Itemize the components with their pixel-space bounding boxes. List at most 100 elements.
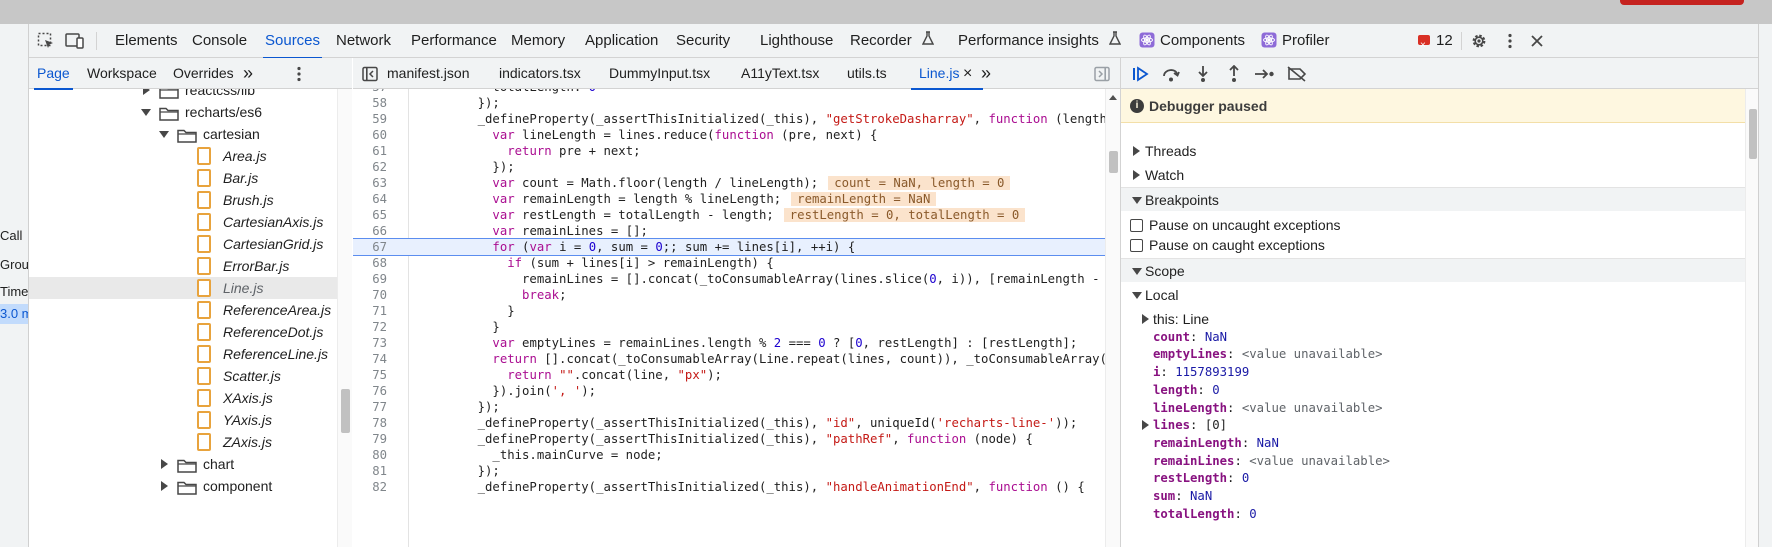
- line-number[interactable]: 71: [353, 303, 387, 319]
- nav-tab-page[interactable]: Page: [34, 58, 73, 90]
- toggle-debugger-icon[interactable]: [1090, 62, 1114, 86]
- editor-tab[interactable]: manifest.json: [387, 58, 469, 89]
- code-scrollbar[interactable]: [1105, 89, 1120, 547]
- scope-variable[interactable]: remainLines: <value unavailable>: [1121, 452, 1745, 470]
- scope-variable[interactable]: count: NaN: [1121, 328, 1745, 346]
- tree-file[interactable]: ReferenceDot.js: [29, 321, 337, 343]
- code-line[interactable]: 81 });: [353, 463, 1105, 479]
- line-number[interactable]: 59: [353, 111, 387, 127]
- gear-icon[interactable]: [1467, 29, 1491, 53]
- inspect-element-icon[interactable]: [34, 29, 58, 53]
- tree-file[interactable]: CartesianGrid.js: [29, 233, 337, 255]
- tree-file[interactable]: ReferenceLine.js: [29, 343, 337, 365]
- tree-file[interactable]: ZAxis.js: [29, 431, 337, 453]
- code-line[interactable]: 61 return pre + next;: [353, 143, 1105, 159]
- more-options-icon[interactable]: [1498, 29, 1522, 53]
- tab-performance[interactable]: Performance: [411, 24, 497, 58]
- tab-security[interactable]: Security: [676, 24, 730, 58]
- expand-arrow-icon[interactable]: [1141, 416, 1151, 434]
- code-line[interactable]: 72 }: [353, 319, 1105, 335]
- code-line[interactable]: 77 });: [353, 399, 1105, 415]
- tab-memory[interactable]: Memory: [511, 24, 565, 58]
- code-line[interactable]: 68 if (sum + lines[i] > remainLength) {: [353, 255, 1105, 271]
- more-editor-tabs-chevron-icon[interactable]: »: [981, 58, 991, 89]
- scope-variable[interactable]: remainLength: NaN: [1121, 434, 1745, 452]
- line-number[interactable]: 60: [353, 127, 387, 143]
- step-into-icon[interactable]: [1191, 62, 1215, 86]
- line-number[interactable]: 66: [353, 223, 387, 239]
- pause-caught-checkbox[interactable]: Pause on caught exceptions: [1121, 234, 1745, 256]
- scope-variable[interactable]: lineLength: <value unavailable>: [1121, 399, 1745, 417]
- tree-file[interactable]: Area.js: [29, 145, 337, 167]
- scope-variable[interactable]: lines: [0]: [1121, 416, 1745, 434]
- code-line[interactable]: 70 break;: [353, 287, 1105, 303]
- close-devtools-icon[interactable]: [1525, 29, 1549, 53]
- tab-profiler[interactable]: Profiler: [1261, 24, 1330, 58]
- editor-tab[interactable]: utils.ts: [847, 58, 887, 89]
- resume-icon[interactable]: [1129, 62, 1153, 86]
- code-line[interactable]: 65 var restLength = totalLength - length…: [353, 207, 1105, 223]
- collapse-arrow-icon[interactable]: [159, 123, 169, 145]
- line-number[interactable]: 62: [353, 159, 387, 175]
- line-number[interactable]: 76: [353, 383, 387, 399]
- line-number[interactable]: 70: [353, 287, 387, 303]
- local-scope-header[interactable]: Local: [1121, 283, 1745, 307]
- scope-variable[interactable]: this: Line: [1121, 310, 1745, 328]
- code-line[interactable]: 74 return [].concat(_toConsumableArray(L…: [353, 351, 1105, 367]
- expand-arrow-icon[interactable]: [1141, 310, 1151, 328]
- browser-red-button[interactable]: [1620, 0, 1744, 5]
- line-number[interactable]: 68: [353, 255, 387, 271]
- tree-file[interactable]: XAxis.js: [29, 387, 337, 409]
- editor-tab[interactable]: A11yText.tsx: [741, 58, 819, 89]
- debugger-scroll-thumb[interactable]: [1749, 109, 1757, 159]
- nav-tab-overrides[interactable]: Overrides: [173, 58, 234, 89]
- code-line[interactable]: 71 }: [353, 303, 1105, 319]
- scroll-up-arrow-icon[interactable]: [1109, 95, 1117, 100]
- navigator-menu-icon[interactable]: [287, 62, 311, 86]
- watch-section[interactable]: Watch: [1121, 163, 1745, 187]
- issues-counter[interactable]: 12: [1418, 24, 1453, 63]
- tree-file[interactable]: CartesianAxis.js: [29, 211, 337, 233]
- scope-variable[interactable]: i: 1157893199: [1121, 363, 1745, 381]
- code-scroll-thumb[interactable]: [1109, 151, 1118, 173]
- code-line-current[interactable]: 67 for (var i = 0, sum = 0;; sum += line…: [353, 238, 1105, 256]
- threads-section[interactable]: Threads: [1121, 139, 1745, 163]
- step-out-icon[interactable]: [1222, 62, 1246, 86]
- tab-network[interactable]: Network: [336, 24, 391, 58]
- tab-elements[interactable]: Elements: [115, 24, 178, 58]
- line-number[interactable]: 82: [353, 479, 387, 495]
- line-number[interactable]: 64: [353, 191, 387, 207]
- expand-arrow-icon[interactable]: [141, 89, 151, 101]
- tree-file[interactable]: YAxis.js: [29, 409, 337, 431]
- line-number[interactable]: 63: [353, 175, 387, 191]
- toggle-navigator-icon[interactable]: [358, 62, 382, 86]
- line-number[interactable]: 72: [353, 319, 387, 335]
- editor-tab[interactable]: DummyInput.tsx: [609, 58, 710, 89]
- line-number[interactable]: 58: [353, 95, 387, 111]
- line-number[interactable]: 78: [353, 415, 387, 431]
- line-number[interactable]: 73: [353, 335, 387, 351]
- scope-variable[interactable]: sum: NaN: [1121, 487, 1745, 505]
- step-icon[interactable]: [1253, 62, 1277, 86]
- code-line[interactable]: 75 return "".concat(line, "px");: [353, 367, 1105, 383]
- code-line[interactable]: 66 var remainLines = [];: [353, 223, 1105, 239]
- breakpoints-section[interactable]: Breakpoints: [1121, 187, 1745, 211]
- tree-file[interactable]: ReferenceArea.js: [29, 299, 337, 321]
- more-tabs-chevron-icon[interactable]: »: [243, 58, 253, 89]
- tree-file[interactable]: Line.js: [29, 277, 337, 299]
- tab-application[interactable]: Application: [585, 24, 658, 58]
- tab-performance-insights[interactable]: Performance insights: [958, 24, 1122, 58]
- tree-file[interactable]: Brush.js: [29, 189, 337, 211]
- left-edge-row-selected[interactable]: 3.0 m: [0, 304, 28, 324]
- nav-tab-workspace[interactable]: Workspace: [87, 58, 157, 89]
- line-number[interactable]: 65: [353, 207, 387, 223]
- line-number[interactable]: 61: [353, 143, 387, 159]
- editor-tab[interactable]: indicators.tsx: [499, 58, 581, 89]
- debugger-scrollbar[interactable]: [1745, 89, 1758, 547]
- tab-console[interactable]: Console: [192, 24, 247, 58]
- code-line[interactable]: 69 remainLines = [].concat(_toConsumable…: [353, 271, 1105, 287]
- line-number[interactable]: 79: [353, 431, 387, 447]
- code-line[interactable]: 78 _defineProperty(_assertThisInitialize…: [353, 415, 1105, 431]
- expand-arrow-icon[interactable]: [159, 475, 169, 497]
- code-line[interactable]: 62 });: [353, 159, 1105, 175]
